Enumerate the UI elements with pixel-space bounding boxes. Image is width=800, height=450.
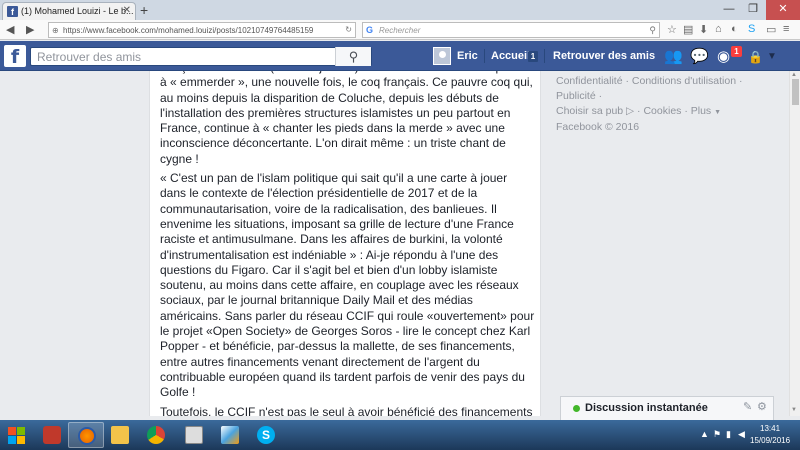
chat-label: Discussion instantanée — [585, 402, 708, 414]
taskbar-app-explorer[interactable] — [102, 422, 138, 448]
flag-icon[interactable]: ⚑ — [713, 429, 721, 440]
messages-icon[interactable]: 💬 — [690, 47, 709, 65]
taskbar-app-skype[interactable]: S — [248, 422, 284, 448]
toolbox-icon — [43, 426, 61, 444]
taskbar-app-paint[interactable] — [212, 422, 248, 448]
home-count-badge: 1 — [528, 51, 538, 62]
close-window-button[interactable]: ✕ — [766, 0, 800, 20]
reload-icon[interactable]: ↻ — [345, 25, 352, 34]
browser-search-bar[interactable]: G Rechercher ⚲ — [362, 22, 660, 38]
home-icon[interactable]: ⌂ — [715, 23, 722, 35]
post-paragraph: français musulmans (souvent jeunes) et s… — [160, 71, 533, 166]
friend-requests-icon[interactable]: 👥 — [664, 47, 683, 65]
browser-tab-bar: f (1) Mohamed Louizi - Le b... ✕ + — ❐ ✕ — [0, 0, 800, 20]
clipboard-icon[interactable]: ▤ — [683, 23, 693, 36]
chrome-icon — [147, 426, 165, 444]
network-icon[interactable]: ▮ — [726, 429, 731, 440]
compose-icon[interactable]: ✎ — [743, 400, 752, 413]
post-paragraph: Toutefois, le CCIF n'est pas le seul à a… — [160, 404, 533, 416]
scroll-down-icon[interactable]: ▼ — [791, 407, 797, 413]
notifications-globe-icon[interactable]: ◉ — [717, 47, 730, 65]
chat-icon[interactable]: ▭ — [766, 23, 776, 36]
pocket-icon[interactable]: ◐ — [731, 23, 738, 35]
skype-icon[interactable]: S — [748, 23, 755, 35]
cookies-link[interactable]: Cookies — [643, 105, 681, 117]
settings-gear-icon[interactable]: ⚙ — [757, 400, 767, 413]
skype-icon: S — [257, 426, 275, 444]
page-scrollbar[interactable]: ▲ ▼ — [789, 71, 800, 416]
chevron-down-icon[interactable]: ▼ — [767, 51, 777, 62]
more-link[interactable]: Plus — [691, 105, 711, 117]
scroll-up-icon[interactable]: ▲ — [791, 72, 797, 78]
google-icon: G — [366, 25, 374, 35]
system-clock[interactable]: 13:41 15/09/2016 — [750, 423, 790, 447]
lock-icon[interactable]: 🔒 — [748, 50, 763, 64]
privacy-link[interactable]: Confidentialité — [556, 75, 623, 87]
post-paragraph: « C'est un pan de l'islam politique qui … — [160, 171, 535, 400]
search-placeholder: Rechercher — [379, 26, 421, 35]
divider — [544, 49, 545, 63]
maximize-button[interactable]: ❐ — [742, 0, 764, 20]
ad-choices-link[interactable]: Choisir sa pub — [556, 105, 623, 117]
address-bar[interactable]: ⊕ https://www.facebook.com/mohamed.louiz… — [48, 22, 356, 38]
menu-icon[interactable]: ≡ — [783, 23, 789, 35]
windows-logo-icon — [17, 436, 25, 444]
clock-time: 13:41 — [760, 424, 781, 433]
star-icon[interactable]: ☆ — [667, 23, 677, 36]
windows-logo-icon — [8, 436, 16, 444]
windows-logo-icon — [8, 427, 16, 435]
terms-link[interactable]: Conditions d'utilisation — [632, 75, 736, 87]
start-button[interactable] — [2, 423, 32, 447]
copyright-text: Facebook © 2016 — [556, 121, 640, 133]
windows-logo-icon — [17, 427, 25, 435]
forward-arrow-icon[interactable]: ▶ — [26, 23, 34, 36]
calculator-icon — [185, 426, 203, 444]
facebook-logo[interactable]: f — [4, 45, 26, 68]
windows-taskbar: S ▲ ⚑ ▮ ◀ 13:41 15/09/2016 — [0, 420, 800, 450]
tab-title: (1) Mohamed Louizi - Le b... — [21, 6, 134, 16]
scrollbar-thumb[interactable] — [792, 79, 799, 105]
tray-arrow-icon[interactable]: ▲ — [700, 429, 709, 439]
facebook-header: f Retrouver des amis ⚲ Eric Accueil 1 Re… — [0, 41, 800, 71]
facebook-search-placeholder: Retrouver des amis — [37, 50, 142, 64]
search-icon[interactable]: ⚲ — [649, 25, 656, 36]
url-text: https://www.facebook.com/mohamed.louizi/… — [63, 26, 314, 35]
firefox-icon — [78, 427, 96, 445]
volume-icon[interactable]: ◀ — [738, 429, 745, 440]
taskbar-app-chrome[interactable] — [138, 422, 174, 448]
paint-icon — [221, 426, 239, 444]
minimize-button[interactable]: — — [718, 0, 740, 20]
taskbar-app-toolbox[interactable] — [34, 422, 70, 448]
profile-name-link[interactable]: Eric — [457, 50, 478, 62]
divider — [484, 49, 485, 63]
post-content: français musulmans (souvent jeunes) et s… — [149, 71, 541, 416]
home-link[interactable]: Accueil — [491, 50, 530, 62]
browser-tab[interactable]: f (1) Mohamed Louizi - Le b... ✕ — [2, 2, 136, 20]
taskbar-app-calculator[interactable] — [176, 422, 212, 448]
post-text: français musulmans (souvent jeunes) et s… — [160, 71, 536, 416]
notification-count-badge: 1 — [731, 46, 742, 57]
globe-icon: ⊕ — [52, 26, 59, 35]
advertising-link[interactable]: Publicité — [556, 90, 596, 102]
chevron-down-icon: ▼ — [714, 109, 722, 116]
facebook-search-input[interactable]: Retrouver des amis ⚲ — [30, 47, 372, 66]
clock-date: 15/09/2016 — [750, 436, 791, 445]
find-friends-link[interactable]: Retrouver des amis — [553, 50, 655, 62]
new-tab-button[interactable]: + — [140, 2, 148, 18]
footer-links: Confidentialité · Conditions d'utilisati… — [556, 74, 776, 135]
online-status-icon — [573, 405, 580, 412]
browser-navigation-bar: ◀ ▶ ⊕ https://www.facebook.com/mohamed.l… — [0, 20, 800, 40]
chat-bar[interactable]: Discussion instantanée ✎ ⚙ — [560, 396, 774, 420]
facebook-favicon-icon: f — [7, 6, 18, 17]
ad-choices-icon: ▷ — [626, 105, 635, 117]
taskbar-app-firefox[interactable] — [68, 422, 104, 448]
download-icon[interactable]: ⬇ — [699, 23, 708, 36]
folder-icon — [111, 426, 129, 444]
tab-close-icon[interactable]: ✕ — [123, 5, 131, 16]
search-button-icon[interactable]: ⚲ — [335, 47, 371, 66]
back-arrow-icon[interactable]: ◀ — [6, 23, 14, 36]
avatar[interactable] — [433, 47, 451, 65]
